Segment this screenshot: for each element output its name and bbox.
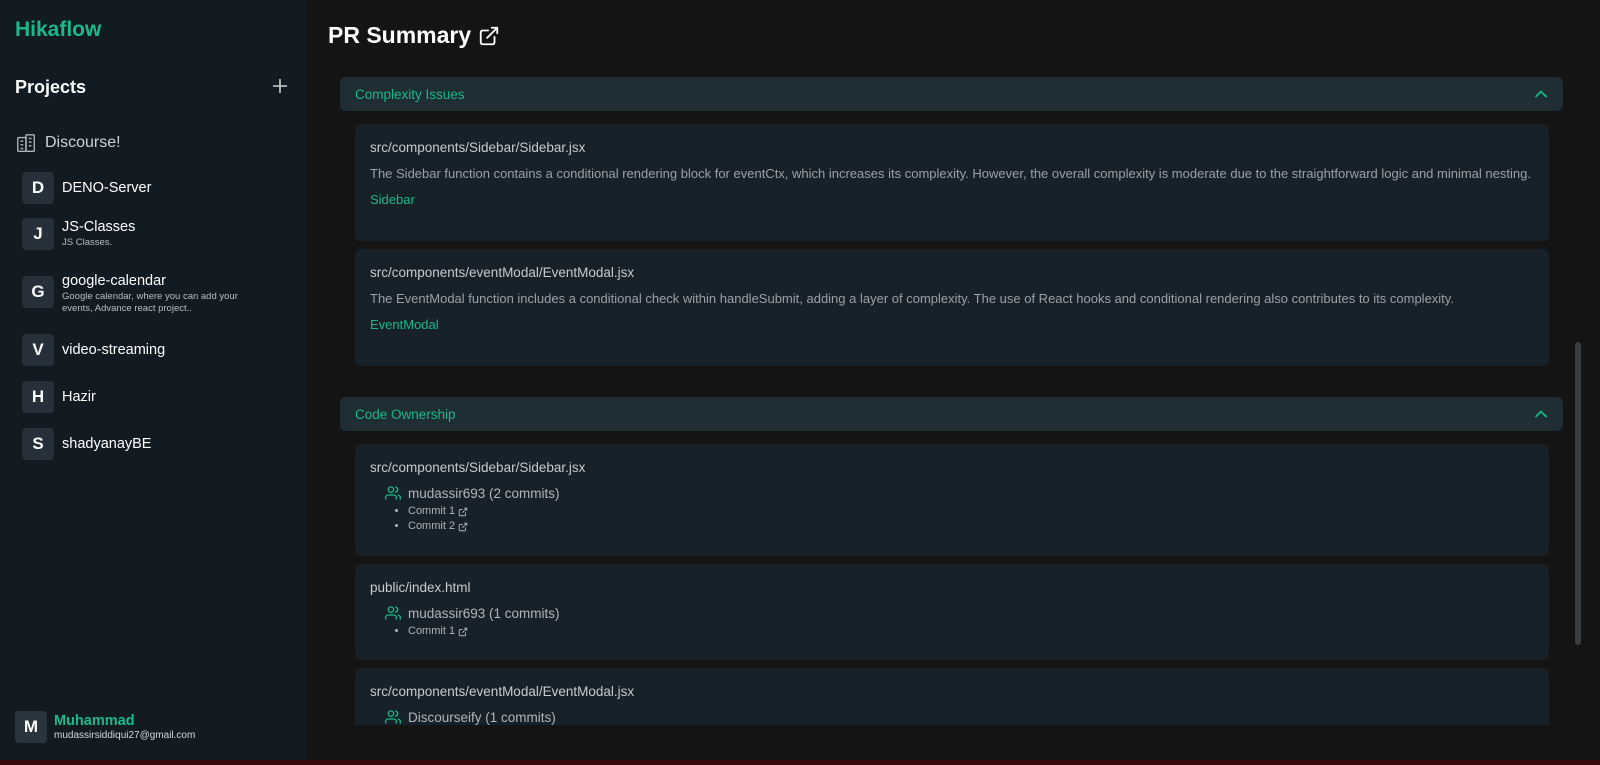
project-description: JS Classes.	[62, 237, 113, 248]
page-title-text: PR Summary	[328, 22, 472, 48]
project-name: JS-Classes	[62, 219, 136, 235]
project-avatar: D	[22, 172, 54, 204]
project-name: Hazir	[62, 389, 96, 405]
commit-link[interactable]: Commit 2	[408, 519, 468, 534]
project-avatar: G	[22, 276, 54, 308]
external-link-icon	[458, 627, 468, 636]
page-title: PR Summary	[328, 22, 500, 49]
project-name: google-calendar	[62, 273, 166, 289]
sidebar-item-shadyanaybe[interactable]: S shadyanayBE	[22, 428, 292, 460]
sidebar-item-video-streaming[interactable]: V video-streaming	[22, 334, 292, 366]
complexity-description: The EventModal function includes a condi…	[370, 291, 1454, 306]
commit-label: Commit 2	[408, 520, 456, 532]
chevron-up-icon[interactable]	[1534, 407, 1548, 421]
external-link-icon	[458, 522, 468, 531]
section-title: Code Ownership	[355, 406, 456, 422]
function-link[interactable]: Sidebar	[370, 192, 415, 207]
list-item: Commit 1	[408, 504, 1534, 519]
owner-name: mudassir693 (1 commits)	[408, 605, 560, 621]
commit-link[interactable]: Commit 1	[408, 624, 468, 639]
commit-list: Commit 1 Commit 2	[408, 504, 1534, 534]
file-path: src/components/Sidebar/Sidebar.jsx	[370, 460, 586, 475]
commit-list: Commit 1	[408, 624, 1534, 639]
project-avatar: V	[22, 334, 54, 366]
ownership-card: src/components/eventModal/EventModal.jsx…	[355, 668, 1549, 725]
sidebar-item-deno-server[interactable]: D DENO-Server	[22, 172, 292, 204]
sidebar-item-js-classes[interactable]: J JS-Classes JS Classes.	[22, 218, 292, 250]
window-bottom-edge	[0, 760, 1600, 765]
list-item: Commit 1	[408, 624, 1534, 639]
owner-row: mudassir693 (1 commits)	[385, 605, 1534, 621]
owner-name: Discourseify (1 commits)	[408, 709, 556, 725]
external-link-icon	[458, 507, 468, 516]
project-name: shadyanayBE	[62, 436, 152, 452]
list-item: Commit 2	[408, 519, 1534, 534]
file-path: public/index.html	[370, 580, 471, 595]
project-avatar: S	[22, 428, 54, 460]
project-avatar: H	[22, 381, 54, 413]
owner-name: mudassir693 (2 commits)	[408, 485, 560, 501]
add-project-button[interactable]	[269, 75, 291, 97]
users-icon	[385, 485, 401, 501]
projects-title: Projects	[15, 77, 87, 97]
ownership-card: src/components/Sidebar/Sidebar.jsx mudas…	[355, 444, 1549, 556]
sidebar: Hikaflow Projects Discourse! D DENO-Serv…	[0, 0, 306, 760]
building-icon	[15, 132, 37, 154]
section-code-ownership[interactable]: Code Ownership	[340, 397, 1563, 431]
user-email: mudassirsiddiqui27@gmail.com	[54, 730, 196, 741]
complexity-card: src/components/Sidebar/Sidebar.jsx The S…	[355, 124, 1549, 241]
brand-logo[interactable]: Hikaflow	[15, 18, 101, 42]
file-path: src/components/Sidebar/Sidebar.jsx	[370, 140, 586, 155]
project-avatar: J	[22, 218, 54, 250]
user-name: Muhammad	[54, 713, 135, 729]
external-link-icon[interactable]	[478, 25, 500, 47]
users-icon	[385, 605, 401, 621]
chevron-up-icon[interactable]	[1534, 87, 1548, 101]
sidebar-item-hazir[interactable]: H Hazir	[22, 381, 292, 413]
project-description: Google calendar, where you can add your …	[62, 291, 238, 314]
commit-label: Commit 1	[408, 505, 456, 517]
ownership-card: public/index.html mudassir693 (1 commits…	[355, 564, 1549, 660]
section-title: Complexity Issues	[355, 86, 465, 102]
commit-link[interactable]: Commit 1	[408, 504, 468, 519]
file-path: src/components/eventModal/EventModal.jsx	[370, 265, 635, 280]
user-profile[interactable]: M Muhammad mudassirsiddiqui27@gmail.com	[15, 711, 195, 743]
complexity-description: The Sidebar function contains a conditio…	[370, 166, 1531, 181]
projects-header: Projects	[15, 77, 291, 99]
commit-label: Commit 1	[408, 625, 456, 637]
plus-icon	[273, 79, 287, 93]
pr-summary-content[interactable]: Complexity Issues src/components/Sidebar…	[340, 77, 1564, 725]
workspace-discourse[interactable]: Discourse!	[15, 130, 121, 156]
function-link[interactable]: EventModal	[370, 317, 439, 332]
workspace-label: Discourse!	[45, 134, 121, 151]
sidebar-item-google-calendar[interactable]: G google-calendar Google calendar, where…	[22, 273, 292, 315]
owner-row: Discourseify (1 commits)	[385, 709, 1534, 725]
avatar: M	[15, 711, 47, 743]
users-icon	[385, 709, 401, 725]
complexity-card: src/components/eventModal/EventModal.jsx…	[355, 249, 1549, 366]
owner-row: mudassir693 (2 commits)	[385, 485, 1534, 501]
project-name: DENO-Server	[62, 180, 152, 196]
section-complexity-issues[interactable]: Complexity Issues	[340, 77, 1563, 111]
scrollbar-thumb[interactable]	[1575, 342, 1581, 645]
project-name: video-streaming	[62, 342, 166, 358]
file-path: src/components/eventModal/EventModal.jsx	[370, 684, 635, 699]
